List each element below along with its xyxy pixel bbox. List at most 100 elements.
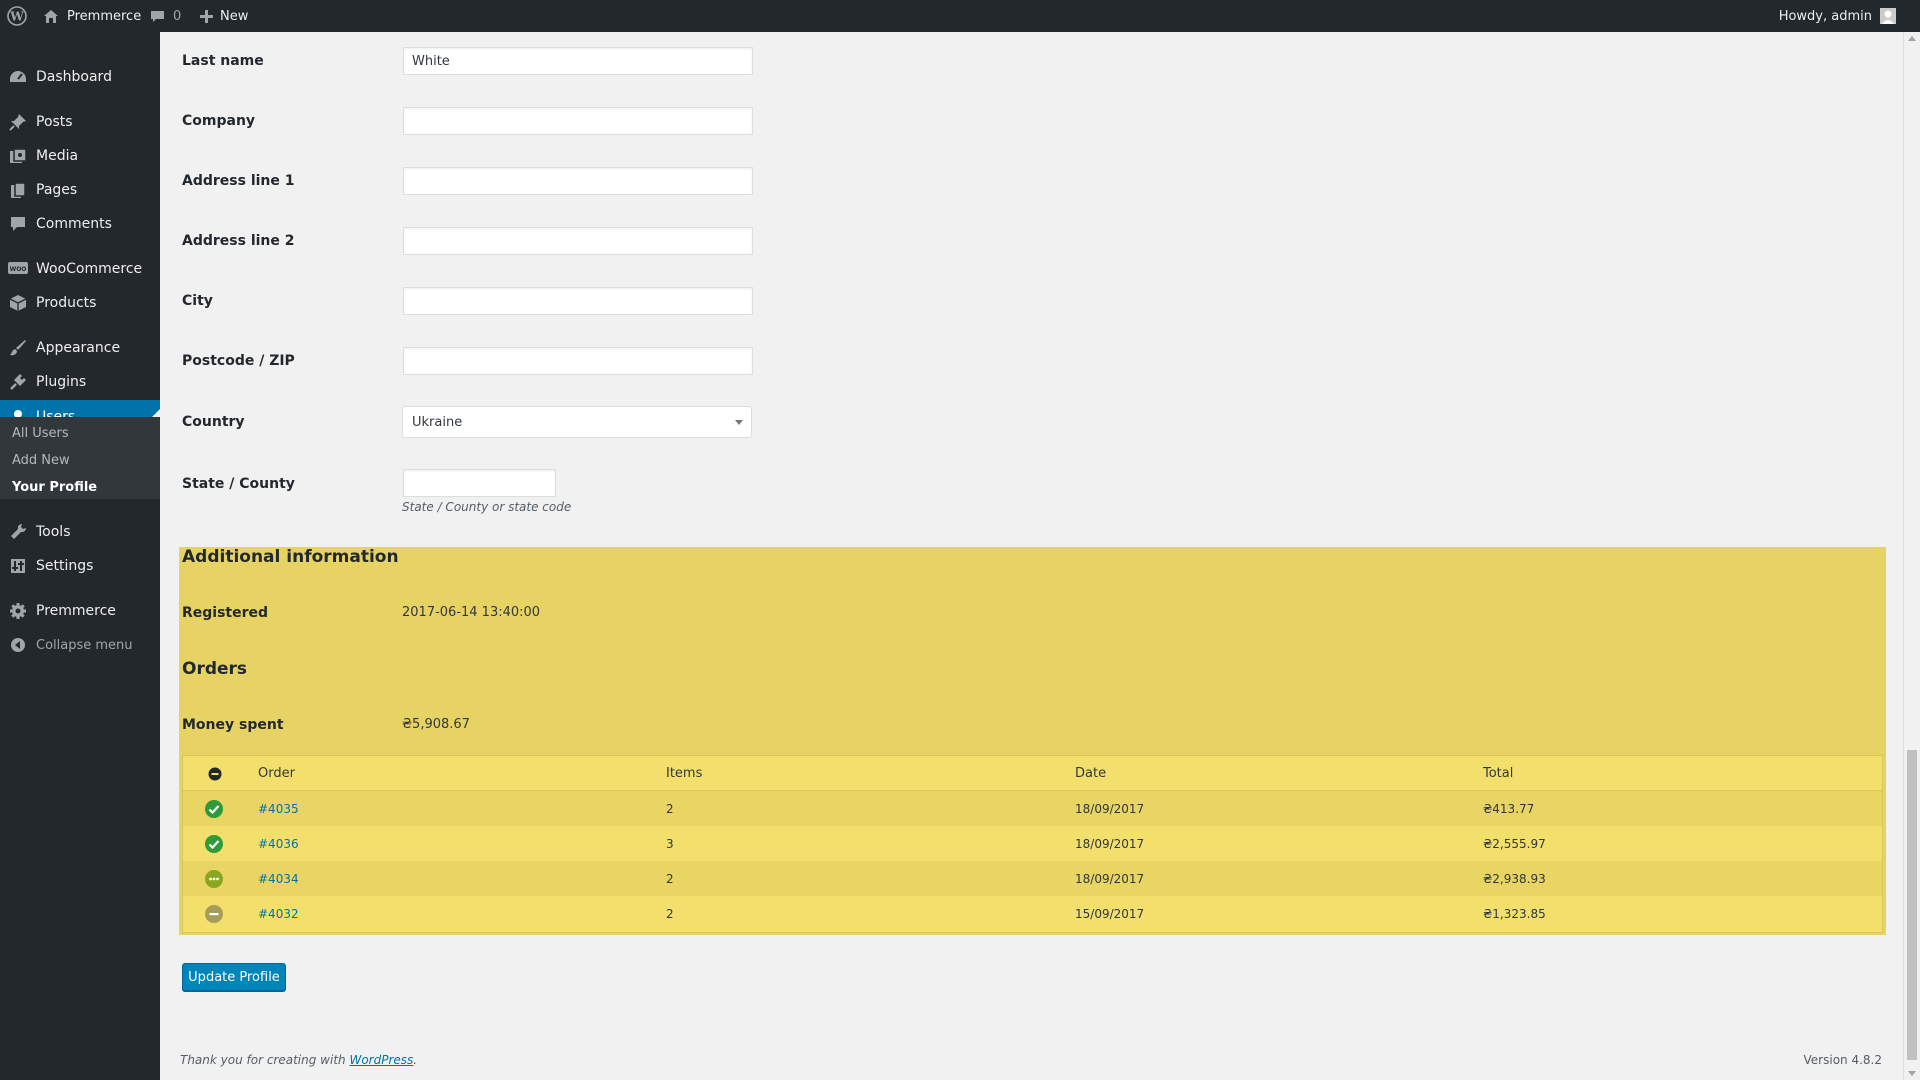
menu-item-pages[interactable]: Pages xyxy=(0,173,160,207)
menu-item-posts[interactable]: Posts xyxy=(0,105,160,139)
wordpress-link[interactable]: WordPress xyxy=(349,1053,413,1067)
orders-heading: Orders xyxy=(182,659,248,679)
collapse-arrow-icon xyxy=(8,636,28,654)
page-scrollbar[interactable] xyxy=(1903,32,1920,1080)
on-hold-minus-icon xyxy=(205,905,223,923)
plus-icon xyxy=(200,9,213,23)
order-date: 18/09/2017 xyxy=(1075,837,1145,851)
menu-item-dashboard[interactable]: Dashboard xyxy=(0,60,160,94)
registered-value: 2017-06-14 13:40:00 xyxy=(402,605,541,620)
admin-bar: W Premmerce 0 New Howdy, admin xyxy=(0,0,1920,32)
column-header-total[interactable]: Total xyxy=(1483,766,1513,781)
additional-information-heading: Additional information xyxy=(182,547,399,567)
menu-item-label: Appearance xyxy=(36,340,121,356)
new-content-link[interactable]: New xyxy=(200,0,248,32)
address-line-2-label: Address line 2 xyxy=(182,233,295,249)
order-total: ₴413.77 xyxy=(1483,802,1535,816)
scrollbar-thumb[interactable] xyxy=(1907,750,1917,1060)
postcode-input[interactable] xyxy=(403,347,753,375)
menu-item-appearance[interactable]: Appearance xyxy=(0,331,160,365)
footer-thanks-prefix: Thank you for creating with xyxy=(180,1053,350,1067)
menu-item-label: Settings xyxy=(36,558,94,574)
last-name-input[interactable] xyxy=(403,47,753,75)
order-date: 18/09/2017 xyxy=(1075,872,1145,886)
order-total: ₴1,323.85 xyxy=(1483,907,1546,921)
order-total: ₴2,555.97 xyxy=(1483,837,1546,851)
company-input[interactable] xyxy=(403,107,753,135)
site-name-link[interactable]: Premmerce xyxy=(43,0,141,32)
processing-dots-icon xyxy=(205,870,223,888)
wordpress-logo-icon[interactable]: W xyxy=(7,0,27,32)
menu-item-label: Dashboard xyxy=(36,69,112,85)
avatar xyxy=(1880,8,1896,24)
company-label: Company xyxy=(182,113,256,129)
order-total: ₴2,938.93 xyxy=(1483,872,1546,886)
order-number-link[interactable]: #4036 xyxy=(258,837,299,851)
country-select[interactable]: Ukraine xyxy=(402,406,752,438)
update-profile-button[interactable]: Update Profile xyxy=(182,963,286,991)
my-account-link[interactable]: Howdy, admin xyxy=(1779,0,1896,32)
order-items: 2 xyxy=(666,802,674,816)
table-row: #4036 3 18/09/2017 ₴2,555.97 xyxy=(183,826,1882,861)
comments-link[interactable]: 0 xyxy=(150,0,181,32)
comment-icon xyxy=(8,215,28,233)
menu-item-plugins[interactable]: Plugins xyxy=(0,365,160,399)
address-line-1-label: Address line 1 xyxy=(182,173,295,189)
comment-bubble-icon xyxy=(150,9,165,24)
footer-thanks: Thank you for creating with WordPress. xyxy=(180,1053,417,1067)
svg-text:WOO: WOO xyxy=(10,266,27,273)
menu-item-label: Comments xyxy=(36,216,112,232)
table-row: #4034 2 18/09/2017 ₴2,938.93 xyxy=(183,861,1882,896)
footer-version: Version 4.8.2 xyxy=(1803,1053,1882,1067)
scroll-down-arrow-icon[interactable] xyxy=(1908,1071,1916,1076)
menu-item-media[interactable]: Media xyxy=(0,139,160,173)
new-label: New xyxy=(220,8,249,24)
additional-information-section: Additional information Registered 2017-0… xyxy=(179,547,1886,935)
svg-text:W: W xyxy=(9,10,24,24)
state-county-label: State / County xyxy=(182,476,295,492)
order-date: 18/09/2017 xyxy=(1075,802,1145,816)
column-header-items[interactable]: Items xyxy=(666,766,702,781)
state-county-input[interactable] xyxy=(403,469,556,497)
address-line-2-input[interactable] xyxy=(403,227,753,255)
menu-item-label: Media xyxy=(36,148,79,164)
chevron-down-icon xyxy=(735,420,743,425)
menu-item-products[interactable]: Products xyxy=(0,286,160,320)
plugin-icon xyxy=(8,373,28,391)
submenu-all-users[interactable]: All Users xyxy=(12,426,69,441)
admin-sidebar: Dashboard Posts Media Pages Comments WOO… xyxy=(0,32,160,1080)
table-row: #4035 2 18/09/2017 ₴413.77 xyxy=(183,791,1882,826)
products-box-icon xyxy=(8,294,28,312)
collapse-menu-button[interactable]: Collapse menu xyxy=(0,628,160,662)
address-line-1-input[interactable] xyxy=(403,167,753,195)
submenu-add-new[interactable]: Add New xyxy=(12,453,70,468)
pushpin-icon xyxy=(8,113,28,131)
menu-item-label: Posts xyxy=(36,114,73,130)
column-header-date[interactable]: Date xyxy=(1075,766,1106,781)
status-column-icon xyxy=(208,766,222,785)
menu-item-tools[interactable]: Tools xyxy=(0,515,160,549)
country-label: Country xyxy=(182,414,245,430)
submenu-your-profile[interactable]: Your Profile xyxy=(12,480,97,495)
menu-item-label: Products xyxy=(36,295,97,311)
menu-item-label: Pages xyxy=(36,182,78,198)
menu-item-comments[interactable]: Comments xyxy=(0,207,160,241)
last-name-label: Last name xyxy=(182,53,264,69)
column-header-order[interactable]: Order xyxy=(258,766,295,781)
order-number-link[interactable]: #4035 xyxy=(258,802,299,816)
users-submenu: All Users Add New Your Profile xyxy=(0,417,160,499)
menu-item-premmerce[interactable]: Premmerce xyxy=(0,594,160,628)
city-input[interactable] xyxy=(403,287,753,315)
settings-icon xyxy=(8,557,28,575)
scroll-up-arrow-icon[interactable] xyxy=(1908,36,1916,41)
menu-item-woocommerce[interactable]: WOO WooCommerce xyxy=(0,252,160,286)
orders-table: Order Items Date Total #4035 2 18/09/201… xyxy=(182,755,1883,933)
city-label: City xyxy=(182,293,213,309)
completed-check-icon xyxy=(205,800,223,818)
order-number-link[interactable]: #4032 xyxy=(258,907,299,921)
order-items: 2 xyxy=(666,907,674,921)
wrench-icon xyxy=(8,523,28,541)
collapse-menu-label: Collapse menu xyxy=(36,637,133,653)
menu-item-settings[interactable]: Settings xyxy=(0,549,160,583)
order-number-link[interactable]: #4034 xyxy=(258,872,299,886)
